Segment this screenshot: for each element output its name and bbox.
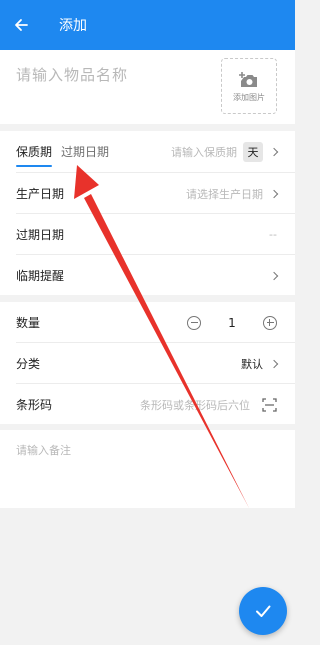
unit-selector[interactable]: 天: [243, 141, 263, 162]
production-date-right: 请选择生产日期: [186, 186, 279, 202]
shelf-life-row: 保质期 过期日期 请输入保质期 天: [0, 131, 295, 172]
note-section: 请输入备注: [0, 430, 295, 508]
add-photo-button[interactable]: 添加图片: [221, 58, 277, 114]
quantity-label: 数量: [16, 316, 41, 330]
production-date-label: 生产日期: [16, 187, 65, 201]
tab-expiry-date[interactable]: 过期日期: [61, 143, 109, 160]
category-row[interactable]: 分类 默认: [0, 343, 295, 384]
details-section: 数量 1 分类 默认 条形码 条形码或条形码后六位: [0, 302, 295, 424]
item-name-input[interactable]: 请输入物品名称: [16, 64, 128, 85]
back-button[interactable]: [2, 0, 40, 50]
app-bar: 添加: [0, 0, 295, 50]
production-date-input[interactable]: 请选择生产日期: [186, 186, 263, 202]
scan-icon[interactable]: [262, 397, 277, 412]
quantity-stepper: 1: [187, 315, 277, 330]
chevron-right-icon: [269, 147, 279, 156]
plus-circle-icon[interactable]: [263, 315, 277, 330]
note-input[interactable]: 请输入备注: [16, 442, 71, 458]
expiry-date-row: 过期日期 --: [0, 214, 295, 255]
category-value: 默认: [241, 357, 263, 371]
quantity-value[interactable]: 1: [201, 316, 263, 330]
confirm-button[interactable]: [239, 587, 287, 635]
shelf-life-input[interactable]: 请输入保质期: [171, 144, 237, 160]
minus-circle-icon[interactable]: [187, 315, 201, 330]
barcode-row: 条形码 条形码或条形码后六位: [0, 384, 295, 425]
check-icon: [256, 605, 271, 617]
reminder-row[interactable]: 临期提醒: [0, 255, 295, 296]
chevron-right-icon: [269, 189, 279, 198]
barcode-input[interactable]: 条形码或条形码后六位: [140, 397, 250, 413]
expiry-date-right: --: [269, 228, 277, 241]
expiry-date-label: 过期日期: [16, 228, 65, 242]
chevron-right-icon: [269, 271, 279, 280]
reminder-label: 临期提醒: [16, 269, 65, 283]
page-title: 添加: [59, 18, 87, 34]
camera-plus-icon: [239, 71, 257, 87]
barcode-label: 条形码: [16, 398, 53, 412]
production-date-row[interactable]: 生产日期 请选择生产日期: [0, 173, 295, 214]
reminder-right: [263, 271, 279, 280]
dates-section: 保质期 过期日期 请输入保质期 天 生产日期 请选择生产日期 过期日期 -- 临…: [0, 131, 295, 295]
quantity-row: 数量 1: [0, 302, 295, 343]
category-right: 默认: [241, 356, 279, 372]
barcode-right: 条形码或条形码后六位: [140, 397, 277, 413]
shelf-life-right: 请输入保质期 天: [171, 141, 279, 162]
expiry-date-value: --: [269, 228, 277, 241]
item-name-section: 请输入物品名称 添加图片: [0, 50, 295, 124]
category-label: 分类: [16, 357, 41, 371]
chevron-right-icon: [269, 359, 279, 368]
add-photo-label: 添加图片: [233, 92, 265, 102]
date-mode-tabs: 保质期 过期日期: [16, 143, 109, 167]
arrow-left-icon: [15, 19, 28, 31]
tab-shelf-life[interactable]: 保质期: [16, 143, 53, 167]
